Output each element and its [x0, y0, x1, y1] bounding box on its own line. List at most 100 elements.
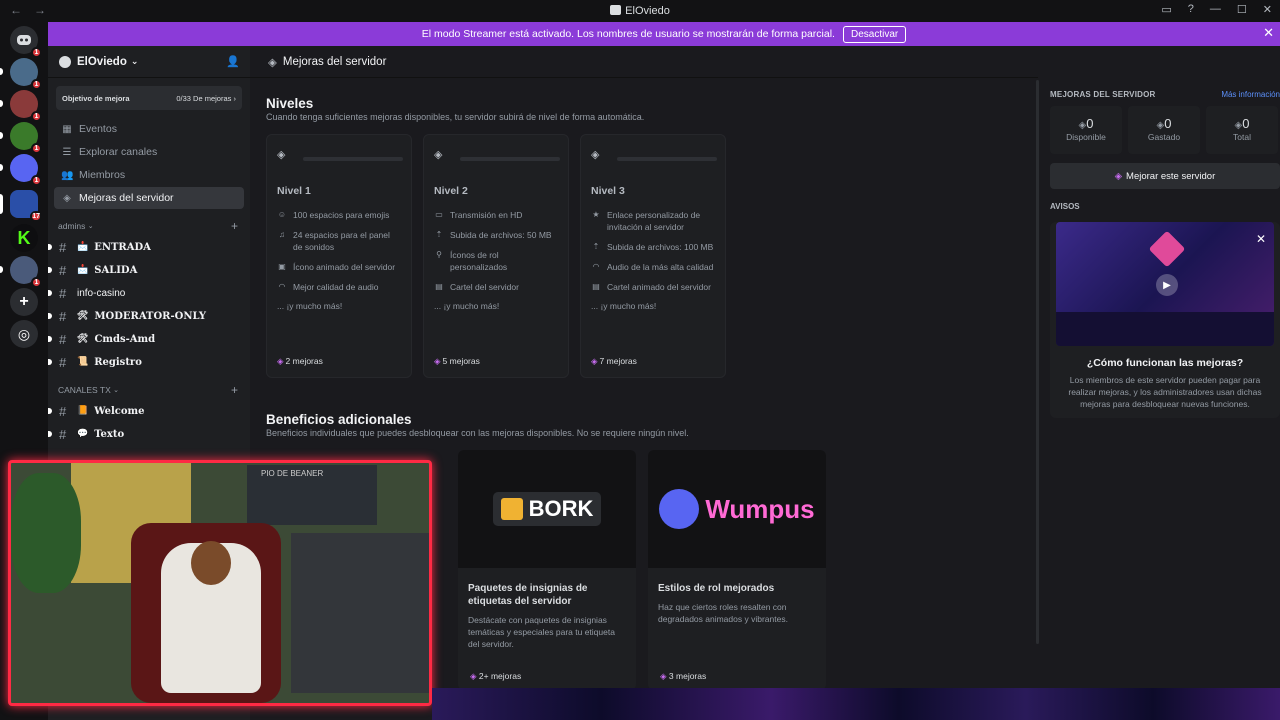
channel-emoji: 🛠: [77, 311, 89, 321]
perk-title: Estilos de rol mejorados: [658, 583, 775, 594]
discord-logo-icon: [610, 5, 622, 15]
perk-title: Paquetes de insignias de etiquetas del s…: [468, 583, 588, 607]
beneficios-title: Beneficios adicionales: [266, 412, 412, 427]
unread-indicator: [48, 290, 52, 296]
inbox-icon[interactable]: ▭: [1161, 3, 1171, 16]
boost-gem-icon: ◈: [1114, 170, 1123, 182]
more-info-link[interactable]: Más información: [1221, 90, 1280, 99]
tier-perk: ◠ Mejor calidad de audio: [277, 281, 401, 293]
boost-gem-art: [1148, 230, 1186, 268]
page-header: ◈ Mejoras del servidor: [250, 46, 1038, 78]
desk-illustration: [1056, 312, 1274, 346]
help-icon[interactable]: ?: [1188, 3, 1194, 16]
channel-welcome[interactable]: # 📙 Welcome: [48, 400, 244, 422]
direct-messages-icon[interactable]: 1: [10, 26, 42, 58]
progress-bar: [617, 157, 717, 161]
channel-name: Registro: [94, 356, 142, 368]
tier-perk: ▤ Cartel del servidor: [434, 281, 558, 293]
kick-server-icon[interactable]: K: [10, 224, 38, 252]
count-text: 2 mejoras: [285, 356, 323, 366]
channel-name: Texto: [94, 428, 125, 440]
stat-value: 0: [1164, 116, 1172, 131]
tier-name: Nivel 2: [434, 185, 468, 197]
add-channel-icon[interactable]: +: [231, 219, 238, 233]
server-icon[interactable]: 1: [0, 90, 42, 122]
notification-badge: 1: [31, 175, 42, 186]
progress-bar: [460, 157, 560, 161]
screen-icon: ▭: [435, 210, 443, 219]
video-thumbnail[interactable]: ▶ ✕: [1056, 222, 1274, 346]
tier-more: ... ¡y mucho más!: [277, 301, 343, 311]
discover-icon[interactable]: ◎: [10, 320, 38, 348]
nav-server-boosts[interactable]: ◈ Mejoras del servidor: [54, 187, 244, 209]
server-icon[interactable]: 1: [0, 58, 42, 90]
minimize-icon[interactable]: —: [1210, 3, 1221, 16]
category-admins[interactable]: admins ⌄ +: [48, 217, 250, 235]
channel-emoji: 💬: [77, 429, 89, 439]
close-icon[interactable]: ✕: [1256, 232, 1266, 246]
channel-cmds-amd[interactable]: # 🛠 Cmds-Amd: [48, 328, 244, 350]
channel-salida[interactable]: # 📩 SALIDA: [48, 259, 244, 281]
notices-title: AVISOS: [1050, 202, 1080, 211]
category-canales-tx[interactable]: CANALES TX ⌄ +: [48, 381, 250, 399]
streamer-mode-banner: El modo Streamer está activado. Los nomb…: [48, 22, 1280, 46]
play-icon[interactable]: ▶: [1156, 274, 1178, 296]
server-icon[interactable]: 1: [0, 122, 42, 154]
upload-icon: ⇡: [435, 230, 443, 239]
tier-card-1: ◈ Nivel 1 ☺ 100 espacios para emojis ♫ 24 …: [266, 134, 412, 378]
hash-icon: #: [59, 403, 67, 419]
server-icon[interactable]: 1: [0, 256, 42, 288]
upload-icon: ⇡: [592, 242, 600, 251]
stat-available: ◈0 Disponible: [1050, 106, 1122, 154]
chevron-down-icon: ⌄: [87, 223, 94, 230]
scrollbar[interactable]: [1036, 80, 1039, 644]
stat-label: Disponible: [1066, 132, 1106, 142]
boost-server-button[interactable]: ◈ Mejorar este servidor: [1050, 163, 1280, 189]
hash-icon: #: [59, 239, 67, 255]
perk-card-badges[interactable]: BORK Paquetes de insignias de etiquetas …: [458, 450, 636, 690]
notice-card: ▶ ✕ ¿Cómo funcionan las mejoras? Los mie…: [1050, 222, 1280, 418]
add-server-icon[interactable]: +: [10, 288, 38, 316]
invite-people-icon[interactable]: 👤: [226, 55, 240, 68]
channel-info-casino[interactable]: # info-casino: [48, 282, 244, 304]
server-icon-eloviedo[interactable]: 17: [0, 190, 42, 222]
chevron-down-icon: ⌄: [113, 387, 120, 394]
perk-text: 24 espacios para el panel de sonidos: [293, 230, 390, 252]
perk-art: Wumpus: [648, 450, 826, 568]
channel-emoji: 📜: [77, 357, 89, 367]
plant: [11, 473, 81, 593]
page-title: Mejoras del servidor: [282, 55, 387, 68]
notification-badge: 1: [31, 79, 42, 90]
stat-value: 0: [1242, 116, 1250, 131]
channel-texto[interactable]: # 💬 Texto: [48, 423, 244, 445]
niveles-subtitle: Cuando tenga suficientes mejoras disponi…: [266, 112, 645, 122]
close-window-icon[interactable]: ✕: [1263, 3, 1272, 16]
boost-gem-icon: ◈: [660, 671, 667, 681]
server-icon[interactable]: 1: [0, 154, 42, 186]
nav-browse-channels[interactable]: ☰ Explorar canales: [54, 141, 244, 163]
server-header[interactable]: ElOviedo ⌄ 👤: [48, 46, 250, 78]
channel-name: info-casino: [77, 287, 126, 299]
card-description: Los miembros de este servidor pueden pag…: [1068, 375, 1262, 409]
perk-text: Cartel del servidor: [450, 282, 519, 292]
chevron-right-icon: ›: [233, 93, 237, 103]
perk-text: Enlace personalizado de invitación al se…: [607, 210, 701, 232]
hash-icon: #: [59, 285, 67, 301]
channel-emoji: 📩: [77, 242, 89, 252]
boost-icon: ◈: [63, 192, 71, 204]
channel-moderator-only[interactable]: # 🛠 MODERATOR-ONLY: [48, 305, 244, 327]
maximize-icon[interactable]: ☐: [1237, 3, 1247, 16]
nav-members[interactable]: 👥 Miembros: [54, 164, 244, 186]
perk-text: 100 espacios para emojis: [293, 210, 390, 220]
tier-perk: ☺ 100 espacios para emojis: [277, 209, 401, 221]
banner-close-icon[interactable]: ✕: [1263, 25, 1274, 41]
add-channel-icon[interactable]: +: [231, 383, 238, 397]
channel-registro[interactable]: # 📜 Registro: [48, 351, 244, 373]
perk-card-role-styles[interactable]: Wumpus Estilos de rol mejorados Haz que …: [648, 450, 826, 690]
server-badge-icon: [59, 55, 71, 68]
deactivate-button[interactable]: Desactivar: [842, 25, 907, 43]
boost-goal[interactable]: Objetivo de mejora 0/33 De mejoras ›: [56, 86, 242, 110]
tier-card-2: ◈ Nivel 2 ▭ Transmisión en HD ⇡ Subida de …: [423, 134, 569, 378]
nav-events[interactable]: ▦ Eventos: [54, 118, 244, 140]
channel-entrada[interactable]: # 📩 ENTRADA: [48, 236, 244, 258]
